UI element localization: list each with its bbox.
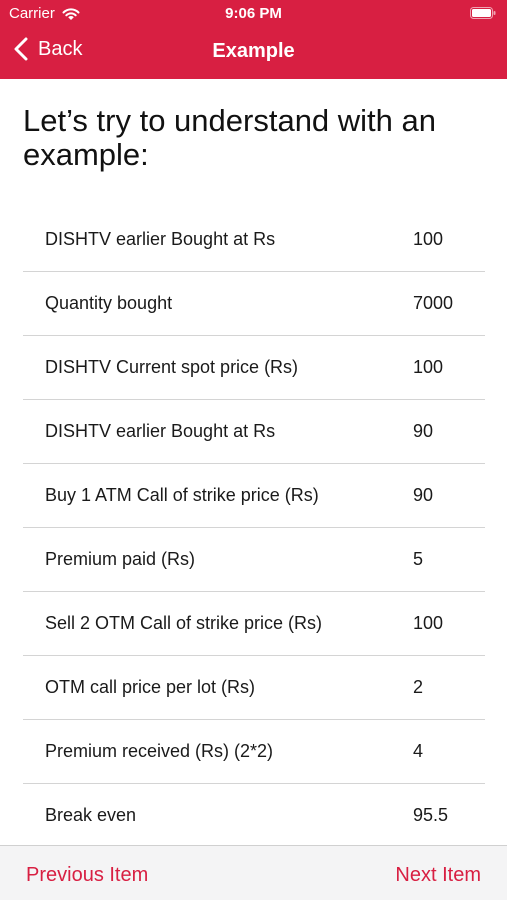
screen: Carrier 9:06 PM Back Example Let’s try t… [0,0,507,900]
row-value: 2 [413,677,424,697]
status-bar: Carrier 9:06 PM [0,0,507,28]
next-item-button[interactable]: Next Item [395,864,481,887]
table-row: DISHTV earlier Bought at Rs 100 [23,208,485,272]
bottom-toolbar: Previous Item Next Item [0,845,507,900]
section-heading: Let’s try to understand with an example: [23,103,437,172]
navigation-bar: Back Example [0,30,507,75]
battery-icon [470,7,496,19]
row-label: Premium received (Rs) (2*2) [45,741,274,761]
row-label: DISHTV earlier Bought at Rs [45,421,276,441]
table-row: Break even 95.5 [23,784,485,848]
row-value: 100 [413,229,444,249]
previous-item-button[interactable]: Previous Item [26,864,148,887]
row-label: OTM call price per lot (Rs) [45,677,256,697]
table-row: Quantity bought 7000 [23,272,485,336]
row-value: 7000 [413,293,454,313]
table-row: DISHTV earlier Bought at Rs 90 [23,400,485,464]
table-row: Premium paid (Rs) 5 [23,528,485,592]
table-row: DISHTV Current spot price (Rs) 100 [23,336,485,400]
example-table: DISHTV earlier Bought at Rs 100 Quantity… [23,208,485,848]
row-value: 90 [413,485,434,505]
row-value: 4 [413,741,424,761]
row-label: DISHTV Current spot price (Rs) [45,357,299,377]
table-row: OTM call price per lot (Rs) 2 [23,656,485,720]
row-value: 100 [413,357,444,377]
row-value: 90 [413,421,434,441]
row-label: Sell 2 OTM Call of strike price (Rs) [45,613,323,633]
row-label: Quantity bought [45,293,173,313]
row-value: 95.5 [413,805,449,825]
table-row: Buy 1 ATM Call of strike price (Rs) 90 [23,464,485,528]
row-value: 100 [413,613,444,633]
table-row: Sell 2 OTM Call of strike price (Rs) 100 [23,592,485,656]
top-bar: Carrier 9:06 PM Back Example [0,0,507,79]
row-value: 5 [413,549,424,569]
row-label: Break even [45,805,137,825]
page-title: Example [212,40,295,62]
row-label: DISHTV earlier Bought at Rs [45,229,276,249]
status-time: 9:06 PM [225,5,282,22]
table-row: Premium received (Rs) (2*2) 4 [23,720,485,784]
row-label: Buy 1 ATM Call of strike price (Rs) [45,485,319,505]
row-label: Premium paid (Rs) [45,549,196,569]
